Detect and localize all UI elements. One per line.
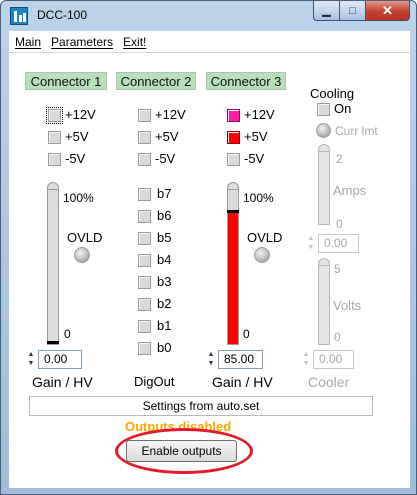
connector-3-tab[interactable]: Connector 3 — [206, 72, 286, 90]
c3-gain-slider[interactable] — [227, 182, 239, 345]
connector-1-tab[interactable]: Connector 1 — [25, 72, 107, 90]
volts-input[interactable]: 0.00 — [313, 350, 354, 369]
c2-12v-checkbox[interactable] — [138, 109, 151, 122]
c3-5v-label: +5V — [244, 129, 268, 144]
bit-b1-checkbox[interactable] — [138, 320, 151, 333]
annotation-ellipse — [115, 428, 253, 474]
window-title: DCC-100 — [37, 8, 88, 22]
bit-b7-checkbox[interactable] — [138, 188, 151, 201]
volts-spin-icon[interactable]: ▲ ▼ — [302, 350, 310, 369]
c1-gain-thumb[interactable] — [47, 341, 59, 344]
c2-minus5v-checkbox[interactable] — [138, 153, 151, 166]
c2-5v-label: +5V — [155, 129, 179, 144]
c2-minus5v-label: -5V — [155, 151, 176, 166]
bit-b2-checkbox[interactable] — [138, 298, 151, 311]
maximize-button[interactable]: □ — [340, 1, 366, 21]
cooling-on-checkbox[interactable] — [317, 103, 330, 116]
title-bar[interactable]: DCC-100 ▁ □ ✕ — [1, 1, 416, 31]
c1-5v-label: +5V — [65, 129, 89, 144]
cooler-footer: Cooler — [308, 374, 350, 390]
close-button[interactable]: ✕ — [366, 1, 410, 21]
c1-minus5v-checkbox[interactable] — [48, 153, 61, 166]
bit-b0-label: b0 — [157, 340, 172, 355]
c2-12v-label: +12V — [155, 107, 186, 122]
bit-b1-label: b1 — [157, 318, 172, 333]
amps-min: 0 — [336, 217, 343, 231]
amps-max: 2 — [336, 152, 343, 166]
c3-12v-checkbox[interactable] — [227, 109, 240, 122]
amps-input[interactable]: 0.00 — [318, 234, 359, 253]
c3-minus5v-label: -5V — [244, 151, 265, 166]
bit-b2-label: b2 — [157, 296, 172, 311]
bit-b6-label: b6 — [157, 208, 172, 223]
c1-ovld-led-icon — [74, 247, 90, 263]
bit-b0-checkbox[interactable] — [138, 342, 151, 355]
curr-limit-led-icon — [316, 123, 331, 138]
c2-footer: DigOut — [134, 374, 175, 389]
c3-minus5v-checkbox[interactable] — [227, 153, 240, 166]
c1-footer: Gain / HV — [32, 374, 93, 390]
c1-percent-min: 0 — [64, 327, 71, 341]
volts-label: Volts — [333, 298, 362, 313]
c3-footer: Gain / HV — [212, 374, 273, 390]
c3-gain-fill — [228, 211, 238, 344]
c1-spin-icon[interactable]: ▲ ▼ — [27, 350, 35, 369]
amps-slider[interactable] — [318, 144, 330, 225]
menu-exit[interactable]: Exit! — [123, 35, 146, 49]
volts-min: 0 — [334, 330, 341, 344]
amps-spin-icon[interactable]: ▲ ▼ — [307, 234, 315, 253]
c1-5v-checkbox[interactable] — [48, 131, 61, 144]
app-window: DCC-100 ▁ □ ✕ Main Parameters Exit! Conn… — [0, 0, 417, 495]
c3-ovld-led-icon — [254, 247, 270, 263]
curr-limit-label: Curr lmt — [335, 124, 378, 138]
bit-b5-checkbox[interactable] — [138, 232, 151, 245]
c1-gain-slider[interactable] — [47, 182, 59, 345]
bit-b7-label: b7 — [157, 186, 172, 201]
amps-label: Amps — [333, 183, 367, 198]
cooling-title: Cooling — [310, 86, 355, 101]
connector-2-tab[interactable]: Connector 2 — [116, 72, 196, 90]
volts-max: 5 — [334, 262, 341, 276]
c1-12v-checkbox[interactable] — [46, 107, 63, 124]
c2-5v-checkbox[interactable] — [138, 131, 151, 144]
app-icon — [10, 7, 28, 25]
main-panel: Connector 1 Connector 2 Connector 3 +12V… — [9, 53, 410, 488]
c3-spin-icon[interactable]: ▲ ▼ — [207, 350, 215, 369]
menu-main[interactable]: Main — [15, 35, 41, 49]
c1-ovld-label: OVLD — [67, 230, 103, 245]
minimize-button[interactable]: ▁ — [313, 1, 340, 21]
c3-12v-label: +12V — [244, 107, 275, 122]
c3-5v-checkbox[interactable] — [227, 131, 240, 144]
menu-bar: Main Parameters Exit! — [9, 31, 410, 53]
bit-b5-label: b5 — [157, 230, 172, 245]
c3-percent-min: 0 — [243, 327, 250, 341]
c1-percent-max: 100% — [63, 191, 94, 205]
c3-gain-thumb[interactable] — [227, 210, 239, 213]
bit-b3-checkbox[interactable] — [138, 276, 151, 289]
bit-b4-label: b4 — [157, 252, 172, 267]
c3-ovld-label: OVLD — [247, 230, 283, 245]
c3-gain-input[interactable]: 85.00 — [218, 350, 263, 369]
bit-b3-label: b3 — [157, 274, 172, 289]
c3-percent-max: 100% — [243, 191, 274, 205]
c1-minus5v-label: -5V — [65, 151, 86, 166]
menu-parameters[interactable]: Parameters — [51, 35, 113, 49]
c1-12v-label: +12V — [65, 107, 96, 122]
cooling-on-label: On — [334, 101, 352, 116]
c1-gain-input[interactable]: 0.00 — [38, 350, 82, 369]
bit-b6-checkbox[interactable] — [138, 210, 151, 223]
volts-slider[interactable] — [318, 258, 330, 345]
bit-b4-checkbox[interactable] — [138, 254, 151, 267]
settings-source-field: Settings from auto.set — [29, 396, 373, 416]
